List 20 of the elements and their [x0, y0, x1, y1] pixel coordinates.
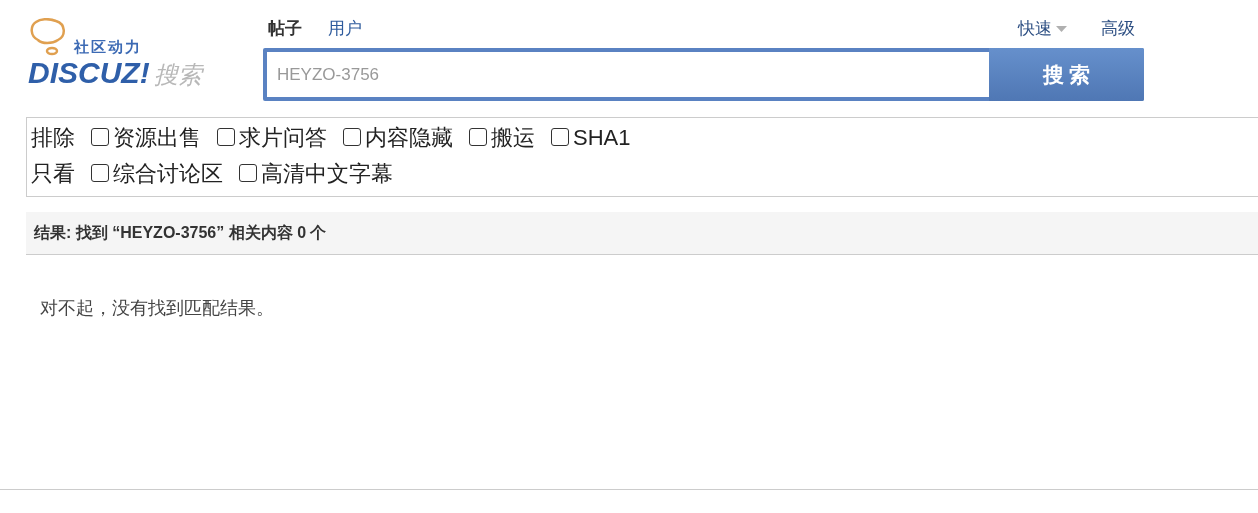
filter-checkbox[interactable]: 内容隐藏	[343, 120, 453, 154]
filter-label: 只看	[31, 159, 75, 188]
search-tab[interactable]: 用户	[328, 16, 362, 42]
caret-icon	[1056, 26, 1067, 32]
filter-label: 排除	[31, 123, 75, 152]
filter-checkbox[interactable]: 资源出售	[91, 120, 201, 154]
advanced-search-link[interactable]: 高级	[1101, 16, 1135, 42]
quick-search-dropdown[interactable]: 快速	[1018, 16, 1067, 42]
search-button[interactable]: 搜 索	[989, 48, 1144, 101]
logo-brand: DISCUZ!	[28, 58, 150, 88]
filter-checkbox[interactable]: 求片问答	[217, 120, 327, 154]
no-results-message: 对不起，没有找到匹配结果。	[40, 297, 275, 320]
logo-tagline: 社区动力	[74, 39, 142, 54]
filter-checkbox[interactable]: 综合讨论区	[91, 156, 223, 190]
filter-checkbox[interactable]: 搬运	[469, 120, 535, 154]
search-tab[interactable]: 帖子	[268, 16, 302, 42]
filter-checkbox[interactable]: SHA1	[551, 120, 631, 154]
logo-suffix: 搜索	[153, 63, 202, 87]
results-summary: 结果: 找到 “HEYZO-3756” 相关内容 0 个	[34, 223, 327, 243]
filter-checkbox[interactable]: 高清中文字幕	[239, 156, 393, 190]
